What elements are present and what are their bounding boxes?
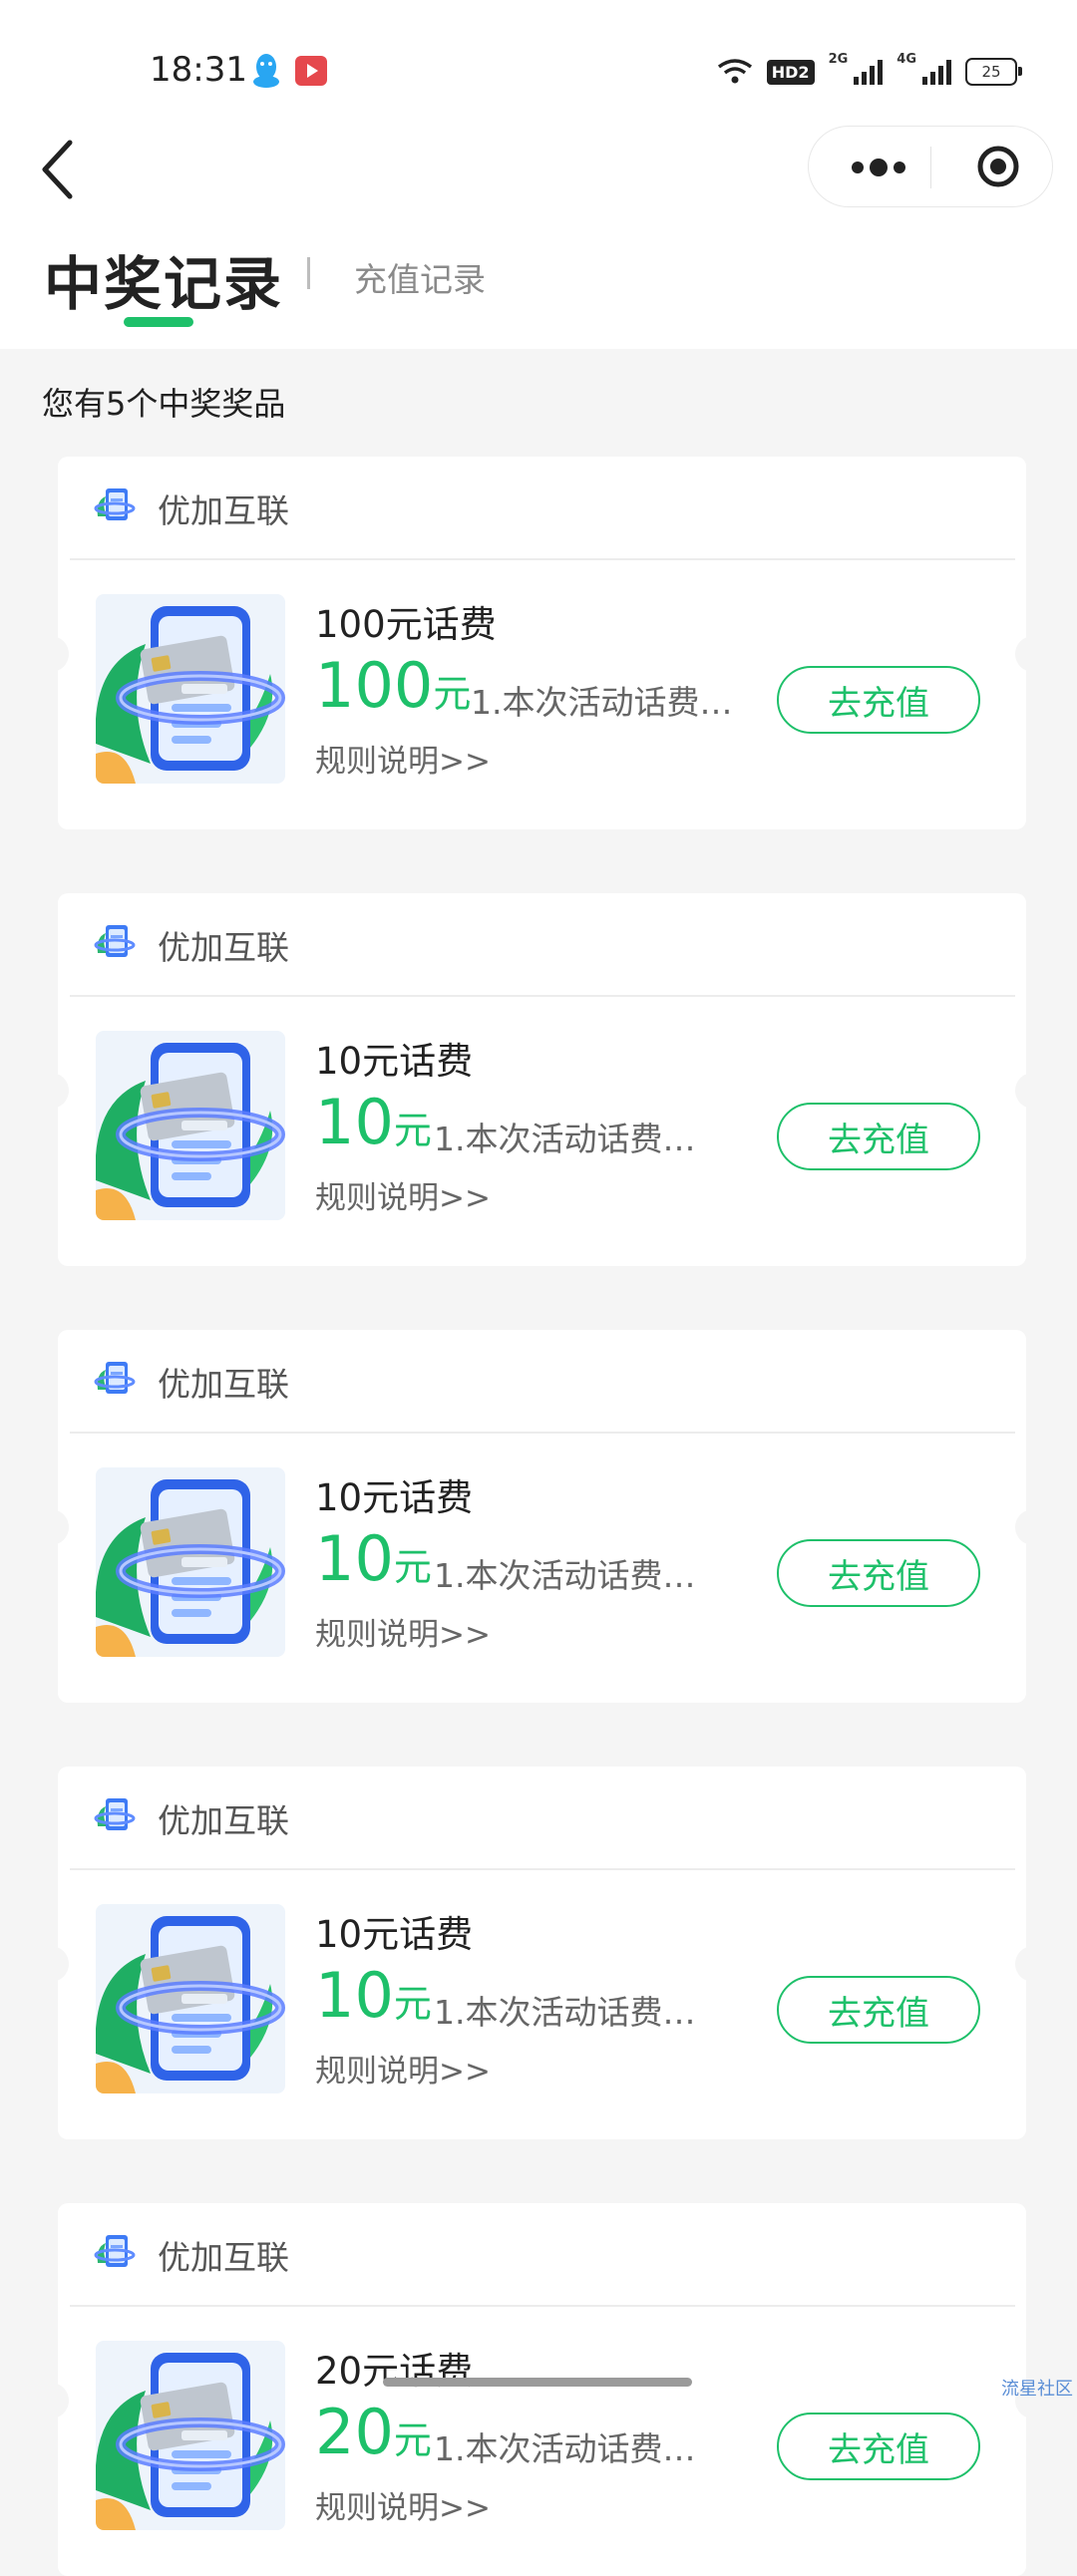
- tab-prize-records[interactable]: 中奖记录: [44, 237, 283, 321]
- prize-image: [96, 2341, 285, 2530]
- prize-amount-unit: 元: [393, 2418, 432, 2462]
- network-2g-label: 2G: [828, 52, 849, 67]
- signal-icon: [854, 59, 884, 85]
- prize-amount: 10元: [315, 1964, 432, 2028]
- video-app-icon: [295, 56, 327, 86]
- system-icons: HD2 2G 4G 25: [717, 52, 1022, 92]
- signal-icon-2: [922, 59, 951, 85]
- brand-name: 优加互联: [158, 1365, 289, 1404]
- status-bar: 18:31 HD2 2G 4G 25: [0, 0, 1077, 120]
- prize-count-text: 您有5个中奖奖品: [42, 385, 286, 423]
- prize-amount-unit: 元: [433, 672, 472, 716]
- rules-link[interactable]: 规则说明>>: [315, 2046, 491, 2091]
- prize-card: 优加互联20元话费20元1.本次活动话费权益兑换成功后，话费将在48小时内到账规…: [47, 2203, 1037, 2576]
- prize-amount: 10元: [315, 1091, 432, 1154]
- tab-active-indicator: [124, 317, 193, 327]
- card-divider: [70, 1432, 1015, 1434]
- card-divider: [70, 2305, 1015, 2307]
- status-time: 18:31: [150, 50, 247, 90]
- prize-description: 1.本次活动话费权益兑换成功后，话费将在48小时内到账: [434, 1993, 723, 2032]
- prize-description: 1.本次活动话费权益兑换成功后，话费将在48小时内到账: [471, 683, 760, 722]
- capsule-divider: [930, 147, 931, 188]
- brand-name: 优加互联: [158, 491, 289, 530]
- card-divider: [70, 995, 1015, 997]
- prize-title: 100元话费: [315, 603, 497, 646]
- battery-icon: 25: [965, 58, 1022, 86]
- back-icon[interactable]: [40, 135, 100, 204]
- brand-logo-icon: [92, 483, 138, 528]
- qq-icon: [253, 54, 279, 88]
- prize-amount: 10元: [315, 1527, 432, 1591]
- rules-link[interactable]: 规则说明>>: [315, 1609, 491, 1654]
- prize-amount-value: 100: [315, 649, 434, 722]
- tab-divider: [307, 257, 310, 289]
- watermark: 流星社区: [1001, 2379, 1073, 2400]
- more-icon[interactable]: [849, 155, 908, 180]
- brand-logo-icon: [92, 2229, 138, 2275]
- brand-name: 优加互联: [158, 2238, 289, 2277]
- tab-recharge-records[interactable]: 充值记录: [354, 253, 486, 301]
- prize-title: 10元话费: [315, 1913, 474, 1956]
- brand-logo-icon: [92, 1356, 138, 1402]
- recharge-button[interactable]: 去充值: [777, 1976, 980, 2044]
- prize-title: 10元话费: [315, 1476, 474, 1519]
- brand-name: 优加互联: [158, 1801, 289, 1840]
- card-divider: [70, 558, 1015, 560]
- recharge-button[interactable]: 去充值: [777, 2413, 980, 2480]
- brand-logo-icon: [92, 1792, 138, 1838]
- prize-amount-value: 10: [315, 1086, 394, 1158]
- hd-icon: HD2: [766, 59, 815, 85]
- prize-card: 优加互联10元话费10元1.本次活动话费权益兑换成功后，话费将在48小时内到账规…: [47, 1330, 1037, 1703]
- recharge-button[interactable]: 去充值: [777, 1103, 980, 1170]
- rules-link[interactable]: 规则说明>>: [315, 2482, 491, 2527]
- brand-logo-icon: [92, 919, 138, 965]
- prize-amount-unit: 元: [393, 1109, 432, 1152]
- prize-amount-unit: 元: [393, 1545, 432, 1589]
- prize-amount: 100元: [315, 654, 471, 718]
- rules-link[interactable]: 规则说明>>: [315, 1172, 491, 1217]
- network-4g-label: 4G: [897, 52, 916, 67]
- prize-image: [96, 1904, 285, 2093]
- prize-card: 优加互联10元话费10元1.本次活动话费权益兑换成功后，话费将在48小时内到账规…: [47, 1767, 1037, 2139]
- prize-description: 1.本次活动话费权益兑换成功后，话费将在48小时内到账: [434, 1120, 723, 1158]
- card-divider: [70, 1868, 1015, 1870]
- close-miniprogram-icon[interactable]: [976, 145, 1020, 188]
- rules-link[interactable]: 规则说明>>: [315, 736, 491, 781]
- wifi-icon: [717, 59, 752, 84]
- prize-card: 优加互联10元话费10元1.本次活动话费权益兑换成功后，话费将在48小时内到账规…: [47, 893, 1037, 1266]
- prize-amount-value: 10: [315, 1522, 394, 1595]
- recharge-button[interactable]: 去充值: [777, 666, 980, 734]
- prize-description: 1.本次活动话费权益兑换成功后，话费将在48小时内到账: [434, 2429, 723, 2468]
- prize-card: 优加互联100元话费100元1.本次活动话费权益兑换成功后，话费将在48小时内到…: [47, 457, 1037, 829]
- home-indicator: [383, 2378, 692, 2387]
- miniprogram-capsule: [808, 126, 1053, 207]
- brand-name: 优加互联: [158, 928, 289, 967]
- prize-image: [96, 594, 285, 784]
- recharge-button[interactable]: 去充值: [777, 1539, 980, 1607]
- prize-image: [96, 1031, 285, 1220]
- prize-amount-value: 10: [315, 1959, 394, 2032]
- prize-amount-value: 20: [315, 2396, 394, 2468]
- prize-description: 1.本次活动话费权益兑换成功后，话费将在48小时内到账: [434, 1556, 723, 1595]
- prize-amount-unit: 元: [393, 1982, 432, 2026]
- prize-title: 10元话费: [315, 1040, 474, 1083]
- prize-amount: 20元: [315, 2401, 432, 2464]
- prize-image: [96, 1467, 285, 1657]
